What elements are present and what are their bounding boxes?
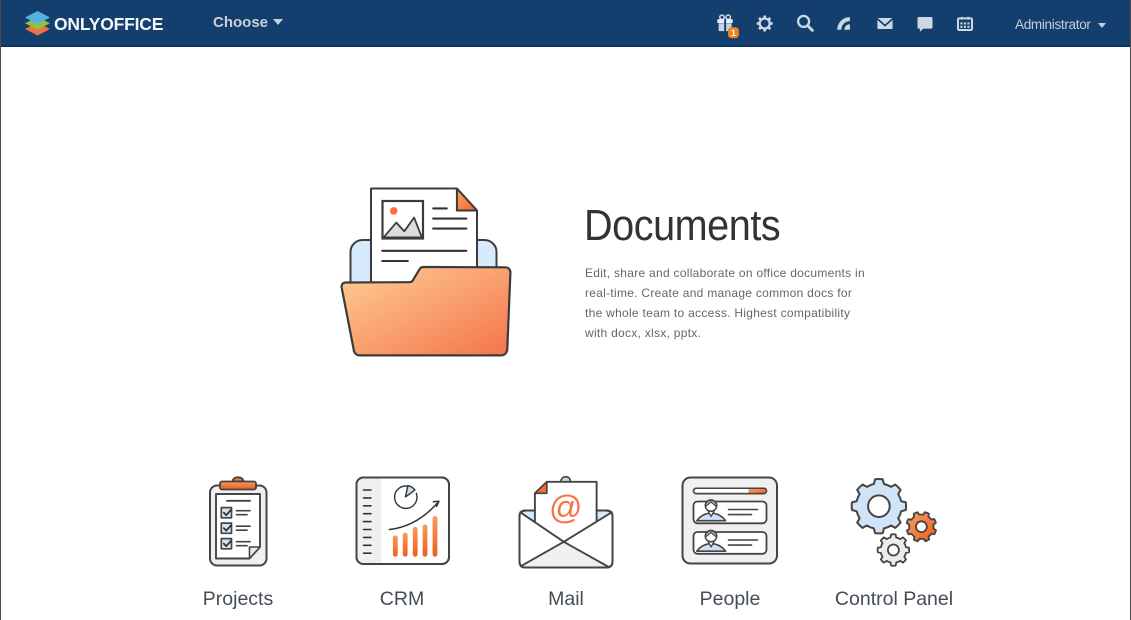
svg-text:1: 1 (731, 28, 736, 38)
svg-text:@: @ (549, 488, 583, 525)
